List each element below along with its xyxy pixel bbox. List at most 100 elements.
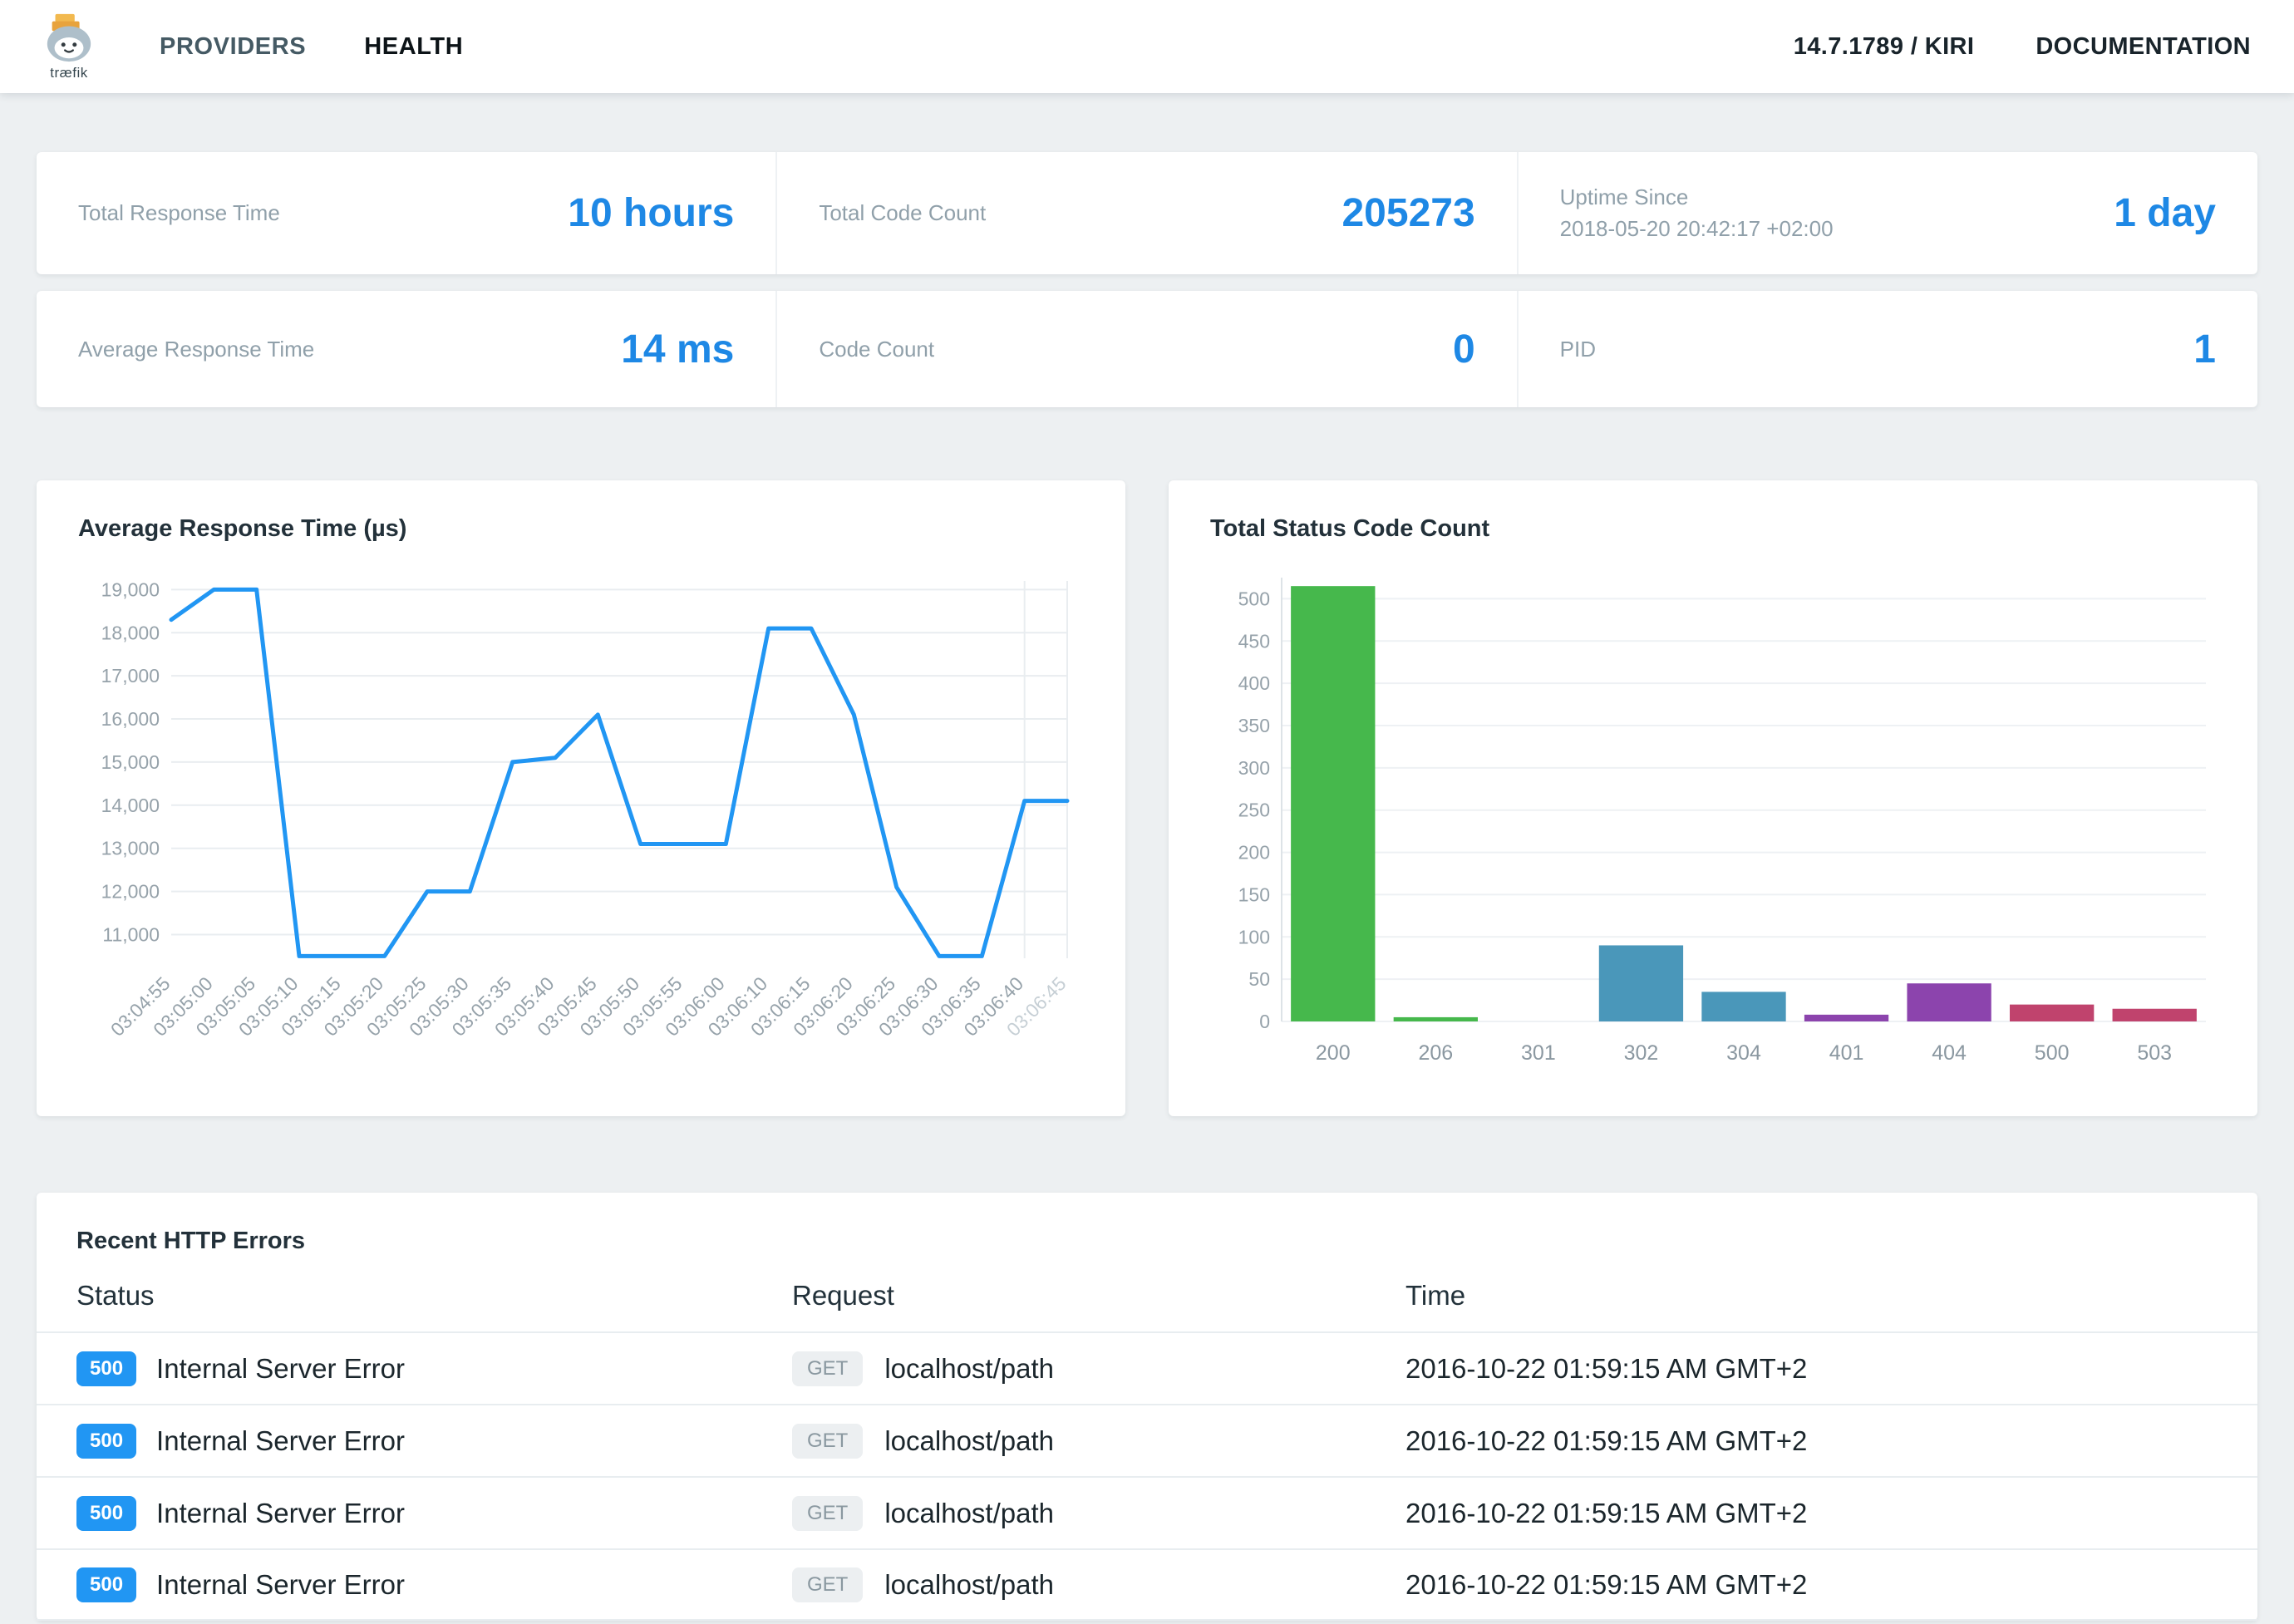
method-badge: GET xyxy=(792,1496,863,1531)
stat-code-count: Code Count 0 xyxy=(775,291,1516,407)
status-text: Internal Server Error xyxy=(156,1353,405,1385)
stat-average-response-time: Average Response Time 14 ms xyxy=(37,291,775,407)
svg-text:300: 300 xyxy=(1238,757,1270,779)
svg-text:18,000: 18,000 xyxy=(101,623,160,644)
time-text: 2016-10-22 01:59:15 AM GMT+2 xyxy=(1405,1569,1807,1601)
status-text: Internal Server Error xyxy=(156,1498,405,1529)
svg-text:11,000: 11,000 xyxy=(102,924,160,946)
svg-text:500: 500 xyxy=(1238,588,1270,610)
request-path: localhost/path xyxy=(884,1425,1054,1457)
errors-table-title: Recent HTTP Errors xyxy=(37,1228,2257,1255)
method-badge: GET xyxy=(792,1351,863,1386)
request-path: localhost/path xyxy=(884,1498,1054,1529)
nav-item-providers[interactable]: PROVIDERS xyxy=(160,33,306,61)
table-row: 500Internal Server ErrorGETlocalhost/pat… xyxy=(37,1331,2257,1404)
svg-text:13,000: 13,000 xyxy=(101,838,160,859)
nav-item-health[interactable]: HEALTH xyxy=(364,33,463,61)
method-badge: GET xyxy=(792,1424,863,1459)
svg-text:16,000: 16,000 xyxy=(101,708,160,730)
svg-text:100: 100 xyxy=(1238,927,1270,948)
stat-pid: PID 1 xyxy=(1517,291,2257,407)
table-row: 500 Internal Server Error GET localhost/pat… xyxy=(37,1404,2257,1476)
stat-label: Total Code Count xyxy=(819,198,986,229)
stat-total-code-count: Total Code Count 205273 xyxy=(775,152,1516,274)
status-code-chart-title: Total Status Code Count xyxy=(1210,515,2221,543)
column-header-time: Time xyxy=(1405,1280,2218,1312)
stat-total-response-time: Total Response Time 10 hours xyxy=(37,152,775,274)
status-cell: 500Internal Server Error xyxy=(76,1351,792,1386)
time-text: 2016-10-22 01:59:15 AM GMT+2 xyxy=(1405,1353,1807,1385)
svg-text:250: 250 xyxy=(1238,800,1270,821)
svg-text:301: 301 xyxy=(1521,1041,1556,1065)
response-time-chart-title: Average Response Time (µs) xyxy=(78,515,1089,543)
stat-value: 0 xyxy=(1428,327,1475,372)
svg-text:200: 200 xyxy=(1316,1041,1351,1065)
nav-links: PROVIDERS HEALTH xyxy=(160,33,463,61)
traefik-logo[interactable]: træfik xyxy=(43,12,95,81)
charts-row: Average Response Time (µs) 11,00012,0001… xyxy=(37,480,2257,1116)
response-time-line-chart: 11,000 12,000 13,000 14,000 15,000 16,000 17,0… xyxy=(73,566,1089,1098)
svg-text:150: 150 xyxy=(1238,884,1270,906)
status-code-chart-card: Total Status Code Count 0 50 100 150 200 250 3… xyxy=(1169,480,2257,1116)
stat-label: PID xyxy=(1560,334,1596,366)
svg-text:350: 350 xyxy=(1238,715,1270,736)
svg-text:0: 0 xyxy=(1259,1011,1270,1032)
uptime-label: Uptime Since xyxy=(1560,182,1834,214)
stat-value: 14 ms xyxy=(596,327,734,372)
svg-text:200: 200 xyxy=(1238,842,1270,864)
response-time-chart-card: Average Response Time (µs) 11,00012,0001… xyxy=(37,480,1125,1116)
errors-table-header: Status Request Time xyxy=(37,1280,2257,1331)
time-text: 2016-10-22 01:59:15 AM GMT+2 xyxy=(1405,1425,1807,1457)
status-text: Internal Server Error xyxy=(156,1569,405,1601)
svg-text:401: 401 xyxy=(1829,1041,1864,1065)
svg-text:304: 304 xyxy=(1726,1041,1761,1065)
status-text: Internal Server Error xyxy=(156,1425,405,1457)
svg-text:15,000: 15,000 xyxy=(101,751,160,773)
request-cell: GET localhost/path xyxy=(792,1424,1405,1459)
time-cell: 2016-10-22 01:59:15 AM GMT+2 xyxy=(1405,1498,2218,1529)
status-cell: 500 Internal Server Error xyxy=(76,1567,792,1602)
traefik-logo-text: træfik xyxy=(50,65,88,81)
svg-text:17,000: 17,000 xyxy=(101,666,160,687)
request-path: localhost/path xyxy=(884,1569,1054,1601)
time-cell: 2016-10-22 01:59:15 AM GMT+2 xyxy=(1405,1353,2218,1385)
stat-value: 10 hours xyxy=(543,190,734,236)
table-row: 500 Internal Server Error GET localhost/pat… xyxy=(37,1548,2257,1621)
stat-label: Average Response Time xyxy=(78,334,314,366)
traefik-whale-icon xyxy=(43,12,95,67)
request-cell: GET localhost/path xyxy=(792,1567,1405,1602)
column-header-status: Status xyxy=(76,1280,792,1312)
method-badge: GET xyxy=(792,1567,863,1602)
uptime-timestamp: 2018-05-20 20:42:17 +02:00 xyxy=(1560,214,1834,245)
status-badge: 500 xyxy=(76,1496,136,1531)
stat-value: 1 xyxy=(2168,327,2216,372)
svg-text:14,000: 14,000 xyxy=(101,795,160,816)
status-badge: 500 xyxy=(76,1424,136,1459)
svg-text:400: 400 xyxy=(1238,673,1270,695)
column-header-request: Request xyxy=(792,1280,1405,1312)
time-cell: 2016-10-22 01:59:15 AM GMT+2 xyxy=(1405,1569,2218,1601)
svg-text:302: 302 xyxy=(1624,1041,1659,1065)
svg-text:500: 500 xyxy=(2035,1041,2070,1065)
stat-label: Total Response Time xyxy=(78,198,280,229)
request-cell: GETlocalhost/path xyxy=(792,1351,1405,1386)
stats-row-1: Total Response Time 10 hours Total Code … xyxy=(37,152,2257,274)
nav-item-documentation[interactable]: DOCUMENTATION xyxy=(2036,33,2251,61)
status-code-bar-chart: 0 50 100 150 200 250 300 350 400 450 500 200 206 301 3… xyxy=(1205,566,2221,1075)
stat-label: Code Count xyxy=(819,334,934,366)
stat-label: Uptime Since 2018-05-20 20:42:17 +02:00 xyxy=(1560,182,1834,244)
svg-text:450: 450 xyxy=(1238,631,1270,652)
svg-text:206: 206 xyxy=(1418,1041,1453,1065)
table-row: 500 Internal Server Error GET localhost/pat… xyxy=(37,1476,2257,1548)
version-label[interactable]: 14.7.1789 / KIRI xyxy=(1794,33,1975,61)
stat-value: 205273 xyxy=(1317,190,1474,236)
svg-text:50: 50 xyxy=(1248,969,1270,991)
nav-right: 14.7.1789 / KIRI DOCUMENTATION xyxy=(1794,33,2251,61)
time-cell: 2016-10-22 01:59:15 AM GMT+2 xyxy=(1405,1425,2218,1457)
svg-text:503: 503 xyxy=(2137,1041,2172,1065)
status-badge: 500 xyxy=(76,1567,136,1602)
status-cell: 500 Internal Server Error xyxy=(76,1424,792,1459)
request-cell: GET localhost/path xyxy=(792,1496,1405,1531)
svg-text:12,000: 12,000 xyxy=(101,881,160,903)
recent-http-errors-card: Recent HTTP Errors Status Request Time 5… xyxy=(37,1193,2257,1621)
